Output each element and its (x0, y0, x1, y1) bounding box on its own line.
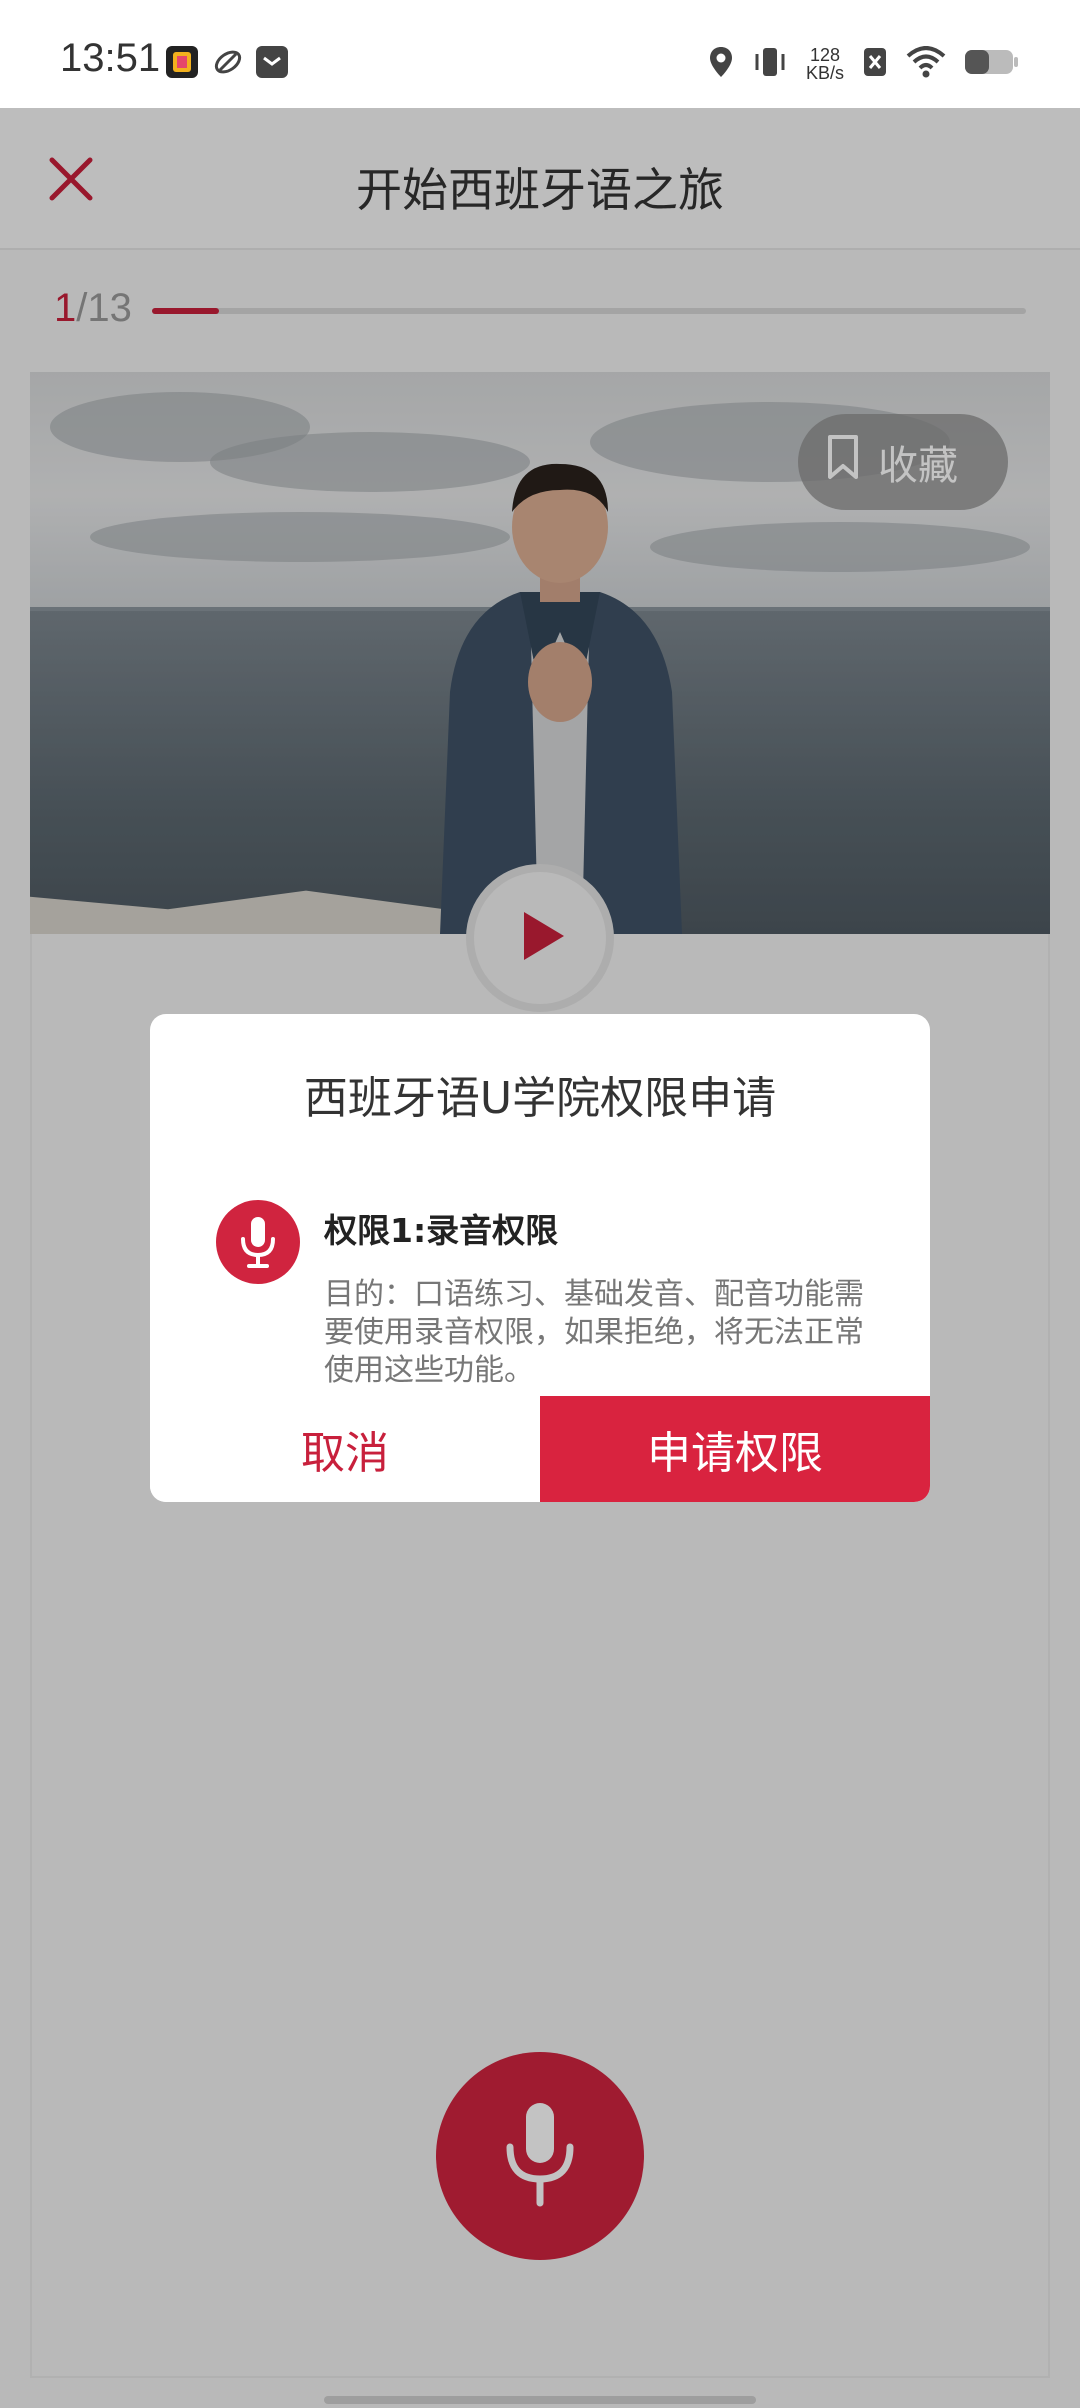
no-sim-icon (862, 46, 888, 82)
net-speed-unit: KB/s (805, 63, 844, 83)
location-icon (708, 45, 734, 83)
cancel-button[interactable]: 取消 (150, 1396, 540, 1502)
wifi-icon (906, 46, 946, 82)
permission-title: 权限1:录音权限 (324, 1211, 559, 1250)
status-time: 13:51 (60, 36, 161, 80)
microphone-permission-icon (216, 1200, 300, 1284)
vibrate-icon (752, 45, 788, 83)
net-speed: 128 KB/s (806, 46, 844, 82)
battery-icon (964, 47, 1020, 81)
message-icon (256, 46, 288, 78)
sync-icon (212, 46, 244, 78)
permission-description: 目的：口语练习、基础发音、配音功能需要使用录音权限，如果拒绝，将无法正常使用这些… (324, 1277, 864, 1388)
app-notification-icon (166, 46, 198, 78)
permission-dialog: 西班牙语U学院权限申请 权限1:录音权限 目的：口语练习、基础发音、配音功能需要… (150, 1014, 930, 1502)
dialog-title: 西班牙语U学院权限申请 (303, 1073, 777, 1124)
net-speed-value: 128 (809, 45, 841, 65)
request-permission-button[interactable]: 申请权限 (540, 1396, 930, 1502)
status-bar: 13:51 128 KB/s (0, 0, 1080, 108)
